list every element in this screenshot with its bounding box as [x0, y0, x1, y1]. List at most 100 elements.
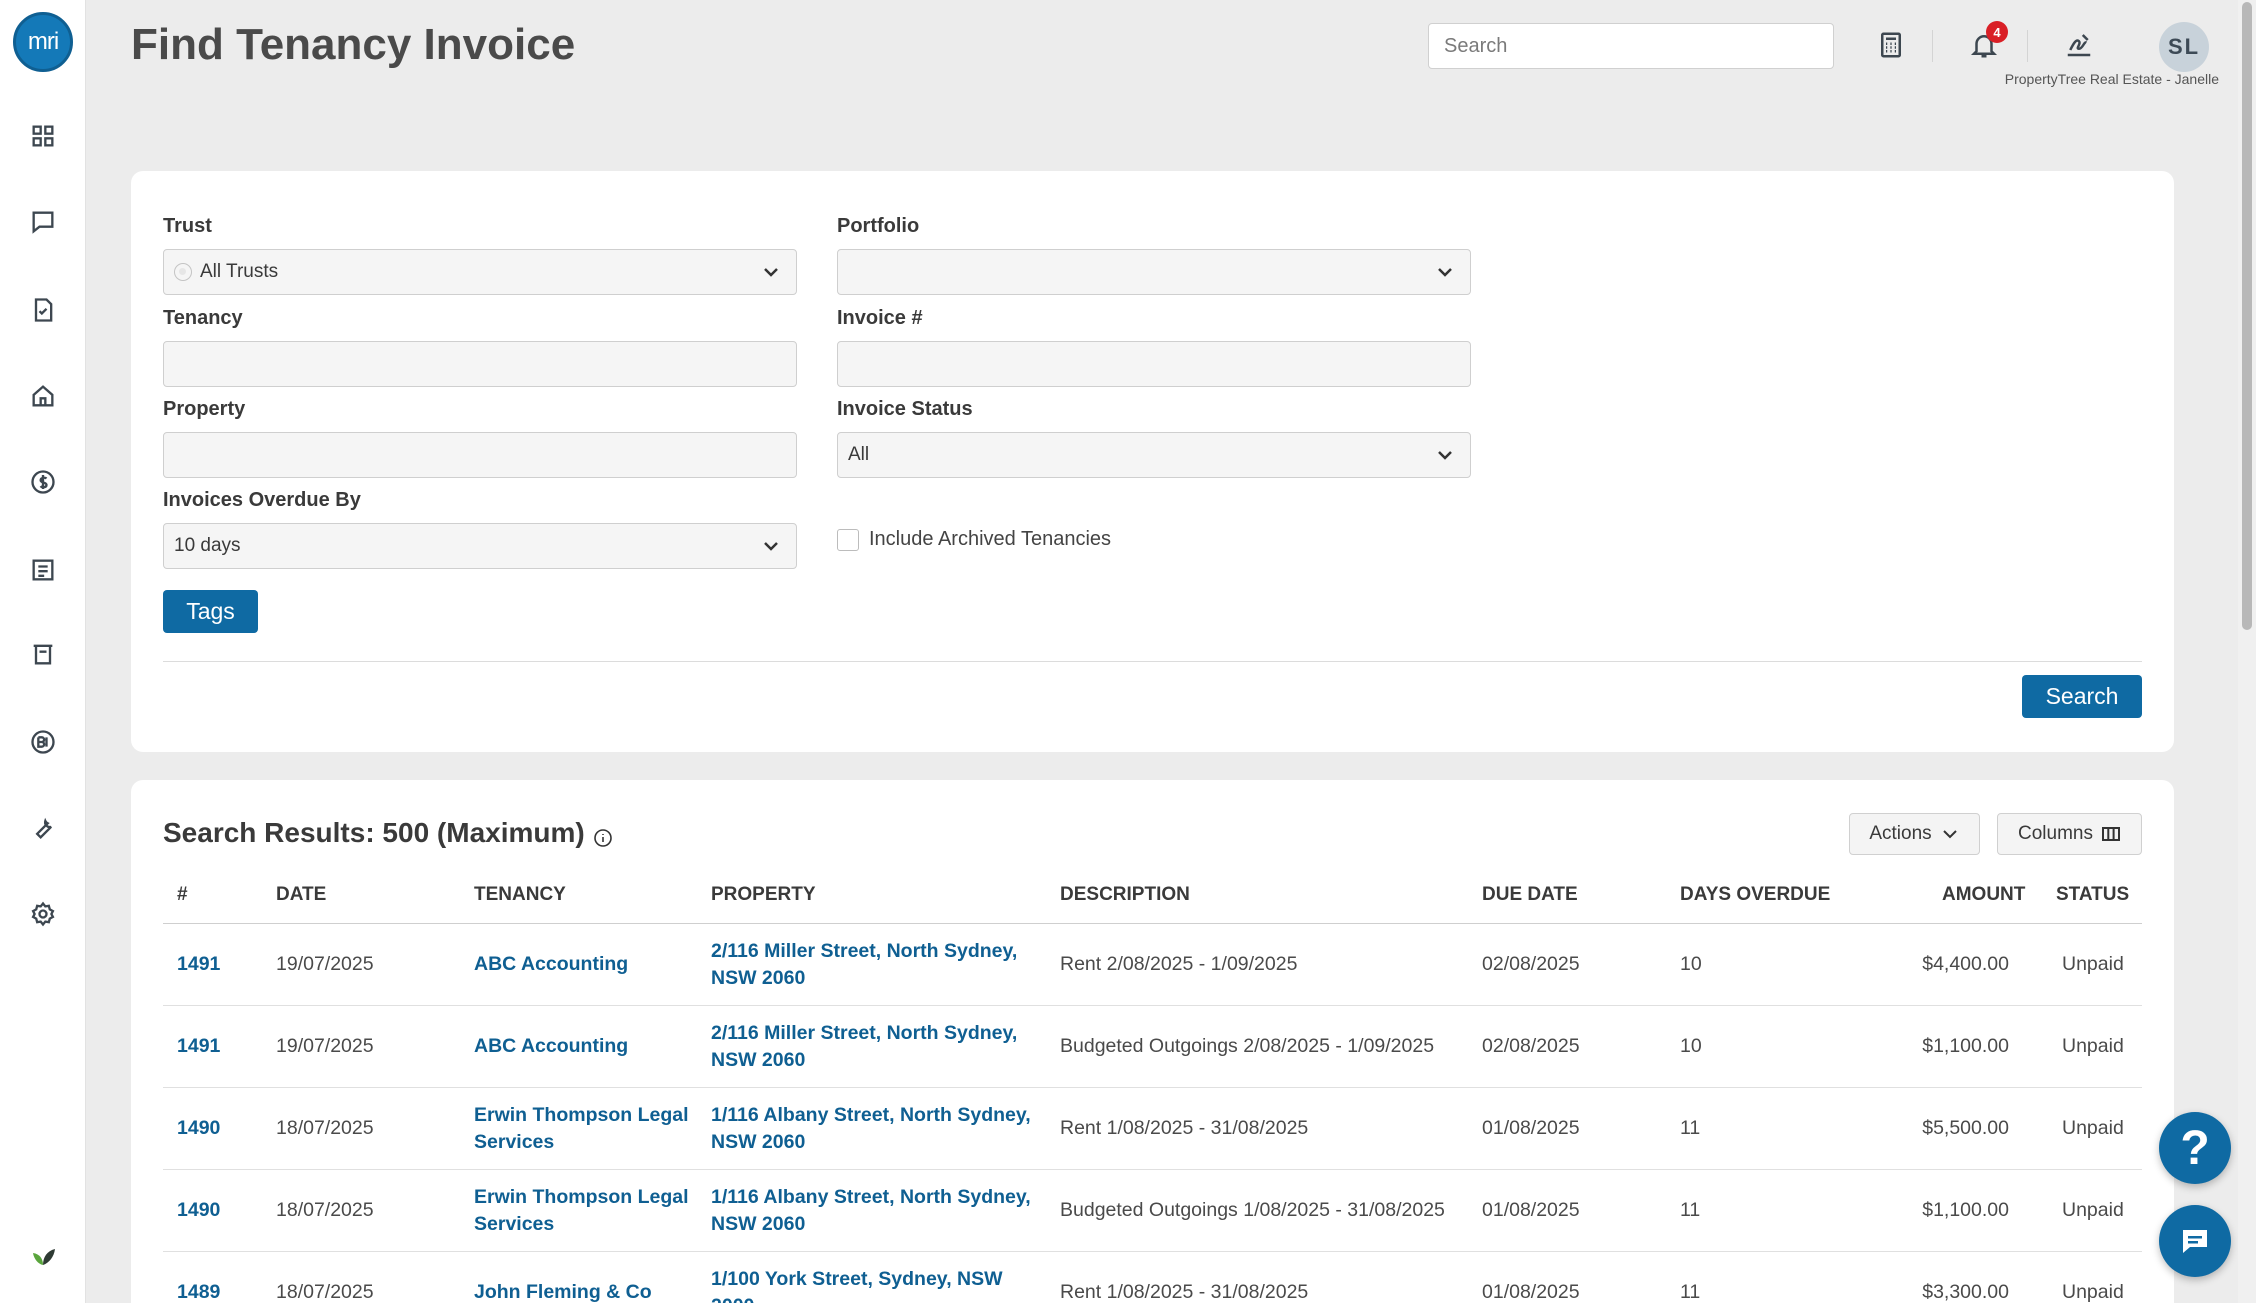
property-input[interactable] [163, 432, 797, 478]
col-header-date[interactable]: DATE [276, 884, 326, 906]
table-row[interactable]: 1490 18/07/2025 Erwin Thompson Legal Ser… [163, 1088, 2142, 1170]
leaf-icon [27, 1237, 59, 1269]
property-label: Property [163, 398, 246, 420]
user-avatar[interactable]: SL [2159, 22, 2209, 72]
col-header-days-overdue[interactable]: DAYS OVERDUE [1680, 884, 1830, 906]
columns-button[interactable]: Columns [1997, 813, 2142, 855]
col-header-property[interactable]: PROPERTY [711, 884, 816, 906]
reports-icon[interactable] [25, 552, 61, 588]
table-row[interactable]: 1491 19/07/2025 ABC Accounting 2/116 Mil… [163, 1006, 2142, 1088]
portfolio-select[interactable] [837, 249, 1471, 295]
trust-value: All Trusts [200, 261, 279, 282]
tools-icon[interactable] [25, 810, 61, 846]
days-overdue-cell: 10 [1680, 953, 1702, 975]
days-overdue-cell: 11 [1680, 1281, 1701, 1303]
page-scrollbar[interactable] [2238, 0, 2256, 1303]
description-cell: Budgeted Outgoings 1/08/2025 - 31/08/202… [1060, 1199, 1445, 1221]
chat-icon [2183, 1230, 2207, 1253]
invoice-id-link[interactable]: 1489 [177, 1279, 220, 1303]
trust-select[interactable]: All Trusts [163, 249, 797, 295]
tags-button[interactable]: Tags [163, 590, 258, 633]
table-row[interactable]: 1489 18/07/2025 John Fleming & Co 1/100 … [163, 1252, 2142, 1303]
date-cell: 18/07/2025 [276, 1281, 374, 1303]
mri-logo[interactable]: mri [13, 12, 73, 72]
include-archived-checkbox[interactable] [837, 529, 859, 551]
chevron-down-icon [762, 537, 780, 555]
invoice-status-select[interactable]: All [837, 432, 1471, 478]
include-archived-label[interactable]: Include Archived Tenancies [869, 528, 1111, 551]
chevron-down-icon [1942, 830, 1957, 839]
settings-icon[interactable] [25, 896, 61, 932]
calculator-icon[interactable] [1872, 26, 1910, 64]
invoice-id-link[interactable]: 1490 [177, 1115, 220, 1142]
results-panel: Search Results: 500 (Maximum) Actions Co… [131, 780, 2174, 1303]
page-title: Find Tenancy Invoice [131, 20, 576, 69]
signature-icon[interactable] [2060, 26, 2098, 64]
board-icon[interactable] [25, 636, 61, 672]
col-header-description[interactable]: DESCRIPTION [1060, 884, 1190, 906]
tenancy-link[interactable]: Erwin Thompson Legal Services [474, 1102, 689, 1156]
actions-button[interactable]: Actions [1849, 813, 1980, 855]
invoice-status-value: All [848, 444, 870, 465]
overdue-by-label: Invoices Overdue By [163, 489, 361, 511]
tenancy-link[interactable]: ABC Accounting [474, 951, 628, 978]
tenancy-link[interactable]: Erwin Thompson Legal Services [474, 1184, 689, 1238]
table-row[interactable]: 1490 18/07/2025 Erwin Thompson Legal Ser… [163, 1170, 2142, 1252]
header-divider [2027, 30, 2028, 62]
due-date-cell: 01/08/2025 [1482, 1281, 1580, 1303]
tenancy-link[interactable]: ABC Accounting [474, 1033, 628, 1060]
accounts-icon[interactable] [25, 464, 61, 500]
chevron-down-icon [762, 263, 780, 281]
date-cell: 18/07/2025 [276, 1117, 374, 1139]
results-title: Search Results: 500 (Maximum) [163, 817, 613, 849]
status-cell: Unpaid [2062, 1035, 2124, 1057]
date-cell: 18/07/2025 [276, 1199, 374, 1221]
property-link[interactable]: 1/100 York Street, Sydney, NSW 2000 [711, 1266, 1003, 1303]
chat-button[interactable] [2159, 1205, 2231, 1277]
col-header-number[interactable]: # [177, 884, 188, 906]
bi-icon[interactable] [25, 724, 61, 760]
messages-icon[interactable] [25, 204, 61, 240]
tenancy-link[interactable]: John Fleming & Co [474, 1279, 652, 1303]
amount-cell: $3,300.00 [1922, 1281, 2009, 1303]
overdue-by-select[interactable]: 10 days [163, 523, 797, 569]
invoice-status-label: Invoice Status [837, 398, 973, 420]
invoice-id-link[interactable]: 1490 [177, 1197, 220, 1224]
property-link[interactable]: 2/116 Miller Street, North Sydney, NSW 2… [711, 1020, 1017, 1074]
col-header-status[interactable]: STATUS [2056, 884, 2129, 906]
tenancy-input[interactable] [163, 341, 797, 387]
invoice-id-link[interactable]: 1491 [177, 951, 220, 978]
radio-icon [174, 263, 192, 281]
header-divider [1932, 30, 1933, 62]
info-icon[interactable] [593, 823, 613, 847]
amount-cell: $5,500.00 [1922, 1117, 2009, 1139]
dashboard-icon[interactable] [25, 118, 61, 154]
tasks-icon[interactable] [25, 292, 61, 328]
property-link[interactable]: 1/116 Albany Street, North Sydney, NSW 2… [711, 1102, 1031, 1156]
bell-icon[interactable]: 4 [1965, 21, 2008, 64]
col-header-amount[interactable]: AMOUNT [1942, 884, 2025, 906]
property-link[interactable]: 1/116 Albany Street, North Sydney, NSW 2… [711, 1184, 1031, 1238]
filter-divider [163, 661, 2142, 662]
help-button[interactable]: ? [2159, 1112, 2231, 1184]
invoice-id-link[interactable]: 1491 [177, 1033, 220, 1060]
property-link[interactable]: 2/116 Miller Street, North Sydney, NSW 2… [711, 938, 1017, 992]
invoice-number-input[interactable] [837, 341, 1471, 387]
table-row[interactable]: 1491 19/07/2025 ABC Accounting 2/116 Mil… [163, 924, 2142, 1006]
notification-badge: 4 [1986, 21, 2008, 43]
days-overdue-cell: 10 [1680, 1035, 1702, 1057]
search-button[interactable]: Search [2022, 675, 2142, 718]
date-cell: 19/07/2025 [276, 953, 374, 975]
invoice-number-label: Invoice # [837, 307, 923, 329]
trust-label: Trust [163, 215, 212, 237]
due-date-cell: 01/08/2025 [1482, 1199, 1580, 1221]
org-name: PropertyTree Real Estate - Janelle [2004, 71, 2219, 87]
description-cell: Rent 1/08/2025 - 31/08/2025 [1060, 1117, 1309, 1139]
scrollbar-thumb[interactable] [2242, 2, 2252, 630]
due-date-cell: 01/08/2025 [1482, 1117, 1580, 1139]
properties-icon[interactable] [25, 378, 61, 414]
col-header-due-date[interactable]: DUE DATE [1482, 884, 1578, 906]
col-header-tenancy[interactable]: TENANCY [474, 884, 566, 906]
global-search-input[interactable] [1428, 23, 1834, 69]
amount-cell: $1,100.00 [1922, 1035, 2009, 1057]
